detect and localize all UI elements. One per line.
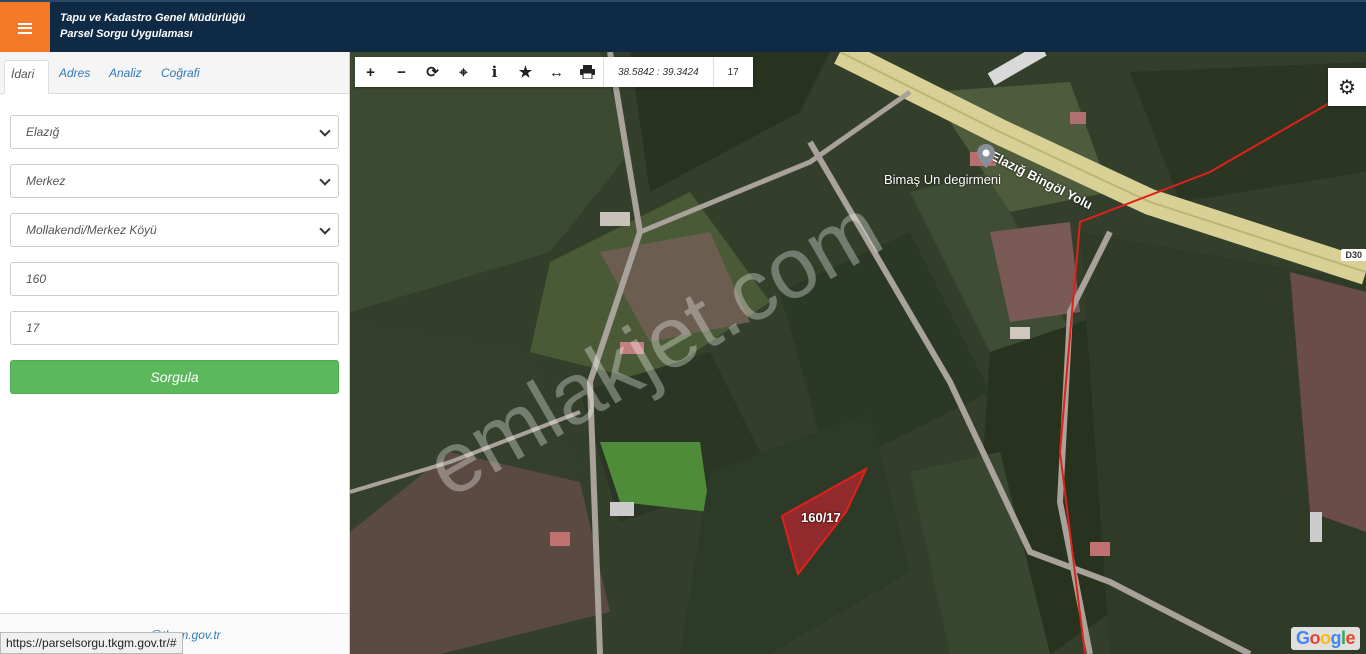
- star-icon: ★: [518, 64, 533, 81]
- sidebar: İdari Adres Analiz Coğrafi Elazığ Merkez…: [0, 52, 350, 654]
- parcel-value: 17: [26, 321, 40, 335]
- block-value: 160: [26, 272, 47, 286]
- tab-idari[interactable]: İdari: [4, 60, 49, 94]
- parcel-label: 160/17: [801, 510, 841, 525]
- crosshair-icon: ⌖: [459, 63, 468, 81]
- plus-icon: +: [366, 63, 375, 81]
- coordinate-readout: 38.5842 : 39.3424: [603, 57, 713, 87]
- zoom-level: 17: [712, 57, 753, 87]
- measure-button[interactable]: ↔: [541, 57, 572, 87]
- minus-icon: −: [397, 63, 406, 81]
- poi-label: Bimaş Un degirmeni: [884, 172, 1002, 187]
- menu-button[interactable]: [0, 2, 50, 54]
- district-select[interactable]: Merkez: [10, 164, 339, 198]
- app-title: Tapu ve Kadastro Genel Müdürlüğü Parsel …: [60, 10, 245, 42]
- gear-icon: ⚙: [1338, 76, 1356, 99]
- favorite-button[interactable]: ★: [510, 57, 541, 87]
- province-select[interactable]: Elazığ: [10, 115, 339, 149]
- query-button[interactable]: Sorgula: [10, 360, 339, 394]
- tab-adres[interactable]: Adres: [53, 60, 96, 94]
- google-logo: Google: [1290, 627, 1360, 650]
- print-icon: [580, 65, 595, 79]
- tab-cografi[interactable]: Coğrafi: [155, 60, 206, 94]
- map-pin-icon[interactable]: [977, 144, 995, 168]
- road-shield: D30: [1341, 249, 1366, 261]
- tab-bar: İdari Adres Analiz Coğrafi: [0, 52, 349, 94]
- settings-button[interactable]: ⚙: [1328, 68, 1366, 106]
- zoom-in-button[interactable]: +: [355, 57, 386, 87]
- block-input[interactable]: 160: [10, 262, 339, 296]
- chevron-down-icon: [319, 174, 331, 186]
- app-title-line2: Parsel Sorgu Uygulaması: [60, 28, 193, 40]
- print-button[interactable]: [572, 57, 603, 87]
- province-value: Elazığ: [26, 125, 60, 139]
- zoom-out-button[interactable]: −: [386, 57, 417, 87]
- neighborhood-select[interactable]: Mollakendi/Merkez Köyü: [10, 213, 339, 247]
- arrows-horizontal-icon: ↔: [549, 63, 564, 81]
- map-view[interactable]: emlakjet.com Elazığ Bingöl Yolu Bimaş Un…: [350, 52, 1366, 654]
- chevron-down-icon: [319, 223, 331, 235]
- neighborhood-value: Mollakendi/Merkez Köyü: [26, 223, 157, 237]
- refresh-icon: ⟳: [426, 64, 439, 81]
- map-toolbar: + − ⟳ ⌖ i ★ ↔ 38.5842 : 39.3424 17: [355, 57, 753, 87]
- tab-analiz[interactable]: Analiz: [103, 60, 148, 94]
- app-title-line1: Tapu ve Kadastro Genel Müdürlüğü: [60, 12, 246, 24]
- app-header: Tapu ve Kadastro Genel Müdürlüğü Parsel …: [0, 0, 1366, 54]
- refresh-button[interactable]: ⟳: [417, 57, 448, 87]
- parcel-input[interactable]: 17: [10, 311, 339, 345]
- status-bar-url: https://parselsorgu.tkgm.gov.tr/#: [0, 632, 183, 654]
- hamburger-icon: [18, 22, 32, 34]
- chevron-down-icon: [319, 125, 331, 137]
- info-icon: i: [491, 63, 498, 81]
- info-button[interactable]: i: [479, 57, 510, 87]
- satellite-imagery: [350, 52, 1366, 654]
- locate-button[interactable]: ⌖: [448, 57, 479, 87]
- district-value: Merkez: [26, 174, 66, 188]
